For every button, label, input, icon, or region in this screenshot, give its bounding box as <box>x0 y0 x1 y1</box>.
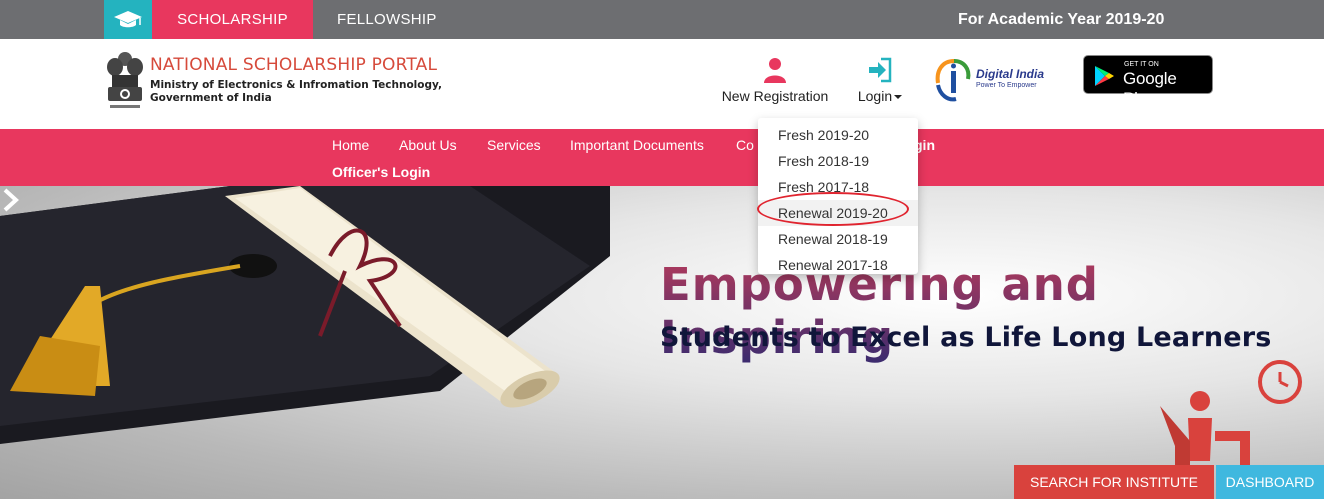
user-icon <box>764 58 786 83</box>
national-emblem-logo <box>104 49 146 115</box>
dropdown-item-renewal-2018-19[interactable]: Renewal 2018-19 <box>758 226 918 252</box>
tab-fellowship[interactable]: FELLOWSHIP <box>337 0 437 39</box>
top-bar: SCHOLARSHIP FELLOWSHIP For Academic Year… <box>0 0 1324 39</box>
chevron-down-icon <box>894 95 903 100</box>
nav-services[interactable]: Services <box>487 137 541 153</box>
academic-year-label: For Academic Year 2019-20 <box>958 10 1165 28</box>
main-nav: Home About Us Services Important Documen… <box>0 129 1324 186</box>
highlight-annotation-oval <box>757 192 909 226</box>
dropdown-item-renewal-2017-18[interactable]: Renewal 2017-18 <box>758 252 918 278</box>
login-button[interactable]: Login <box>856 57 904 104</box>
new-registration-label: New Registration <box>721 88 829 104</box>
hero-banner: Empowering and Inspiring Students to Exc… <box>0 186 1324 499</box>
nav-important-documents[interactable]: Important Documents <box>570 137 704 153</box>
google-play-icon <box>1095 66 1114 86</box>
dashboard-button[interactable]: DASHBOARD <box>1216 465 1324 499</box>
hero-subheading: Students to Excel as Life Long Learners <box>660 322 1272 353</box>
new-registration-button[interactable]: New Registration <box>720 57 830 104</box>
dropdown-item-fresh-2019-20[interactable]: Fresh 2019-20 <box>758 122 918 148</box>
graduation-cap-icon[interactable] <box>104 0 152 39</box>
tab-scholarship[interactable]: SCHOLARSHIP <box>152 0 313 39</box>
slider-next-icon[interactable] <box>0 186 22 214</box>
nav-home[interactable]: Home <box>332 137 369 153</box>
portal-subtitle-government: Government of India <box>150 92 272 104</box>
google-play-text: Google Play <box>1123 69 1177 108</box>
digital-india-logo: Digital India Power To Empower <box>934 55 1054 105</box>
digital-india-tagline: Power To Empower <box>976 82 1037 89</box>
nav-officers-login[interactable]: Officer's Login <box>332 164 430 180</box>
search-institute-button[interactable]: SEARCH FOR INSTITUTE <box>1014 465 1214 499</box>
google-play-badge[interactable]: GET IT ON Google Play <box>1083 55 1213 108</box>
sign-in-icon <box>869 57 892 83</box>
digital-india-title: Digital India <box>976 67 1045 81</box>
google-play-small-text: GET IT ON <box>1124 61 1159 68</box>
nav-contact[interactable]: Co <box>736 137 754 153</box>
login-label: Login <box>857 88 893 104</box>
portal-title[interactable]: NATIONAL SCHOLARSHIP PORTAL <box>150 55 437 75</box>
dropdown-item-fresh-2018-19[interactable]: Fresh 2018-19 <box>758 148 918 174</box>
portal-subtitle-ministry: Ministry of Electronics & Infromation Te… <box>150 79 443 91</box>
site-header: NATIONAL SCHOLARSHIP PORTAL Ministry of … <box>0 39 1324 129</box>
nav-about-us[interactable]: About Us <box>399 137 457 153</box>
